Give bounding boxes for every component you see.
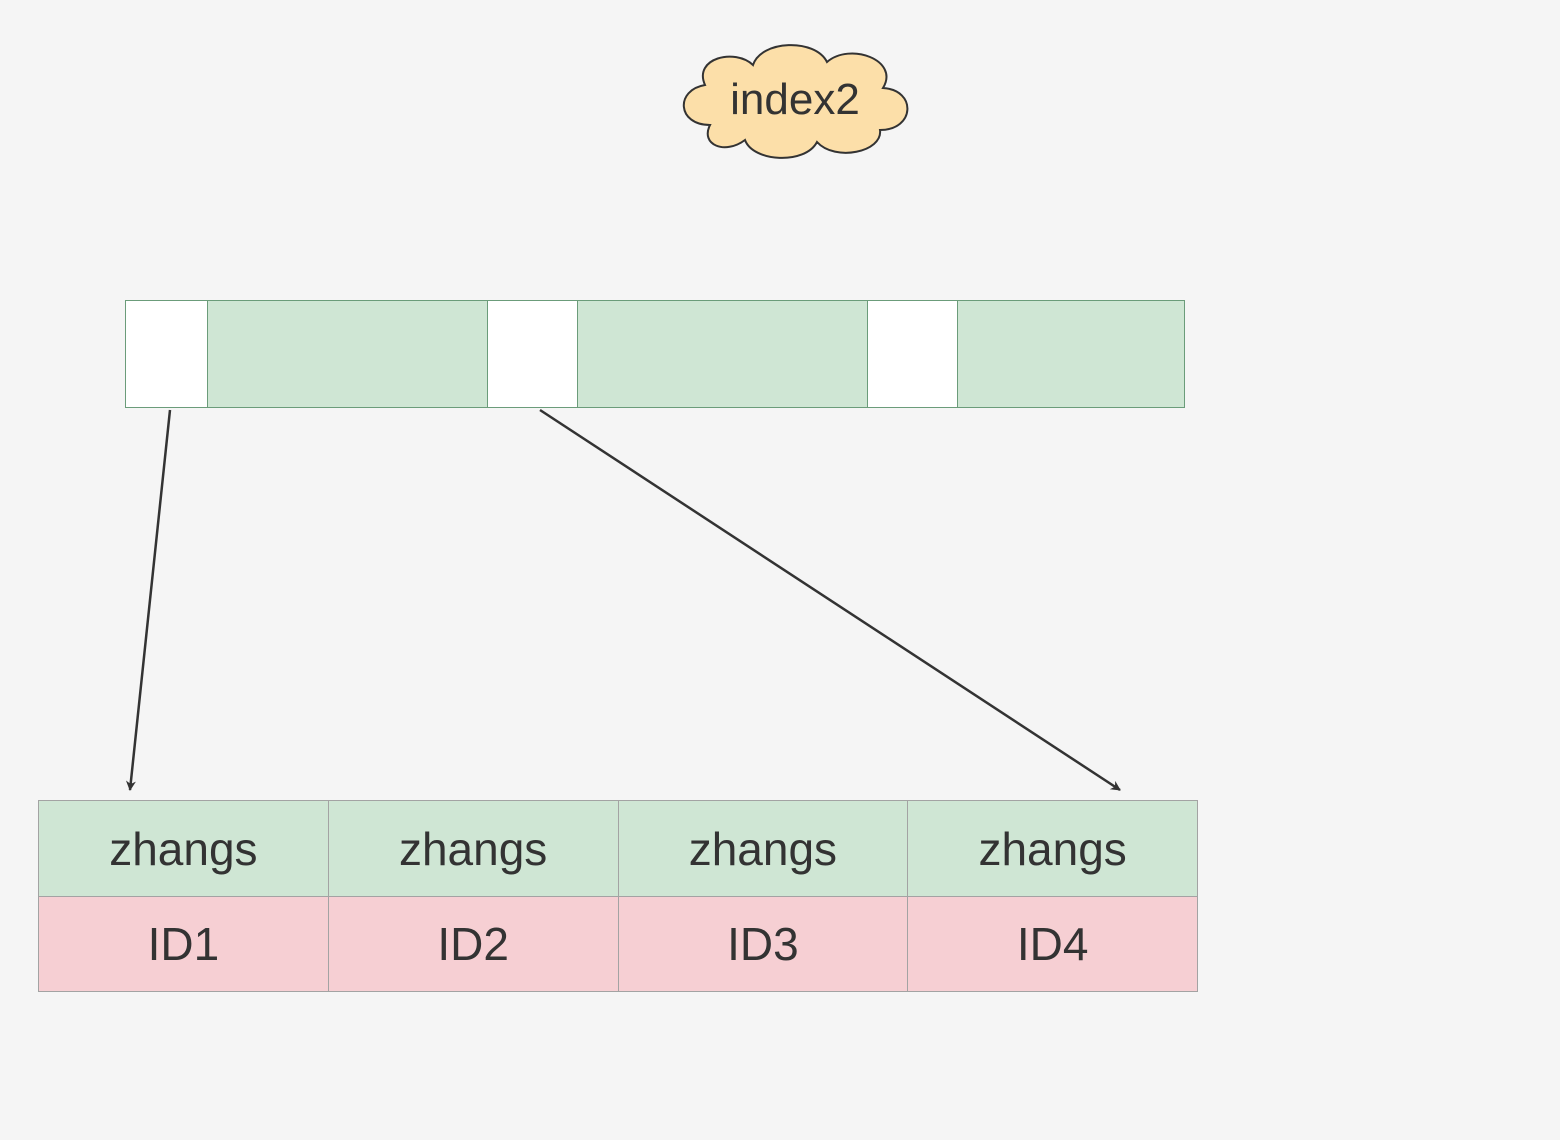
- diagram-canvas: index2 zhangs zhangs zhangs zhangs ID1 I…: [0, 0, 1560, 1140]
- leaf-id-cell: ID3: [619, 897, 909, 991]
- leaf-id-row: ID1 ID2 ID3 ID4: [39, 896, 1197, 991]
- leaf-name-cell: zhangs: [329, 801, 619, 896]
- index-key-3: [958, 301, 1184, 407]
- leaf-table: zhangs zhangs zhangs zhangs ID1 ID2 ID3 …: [38, 800, 1198, 992]
- arrow-pointer1-to-leaf: [130, 410, 170, 790]
- index-node-row: [125, 300, 1185, 408]
- leaf-id-cell: ID4: [908, 897, 1197, 991]
- cloud-index2: index2: [665, 30, 925, 170]
- leaf-name-cell: zhangs: [908, 801, 1197, 896]
- leaf-name-row: zhangs zhangs zhangs zhangs: [39, 801, 1197, 896]
- leaf-id-cell: ID1: [39, 897, 329, 991]
- index-pointer-2: [488, 301, 578, 407]
- index-key-2: [578, 301, 868, 407]
- index-key-1: [208, 301, 488, 407]
- leaf-id-cell: ID2: [329, 897, 619, 991]
- index-pointer-3: [868, 301, 958, 407]
- index-pointer-1: [126, 301, 208, 407]
- cloud-label: index2: [665, 30, 925, 170]
- leaf-name-cell: zhangs: [39, 801, 329, 896]
- arrow-pointer2-to-leaf: [540, 410, 1120, 790]
- leaf-name-cell: zhangs: [619, 801, 909, 896]
